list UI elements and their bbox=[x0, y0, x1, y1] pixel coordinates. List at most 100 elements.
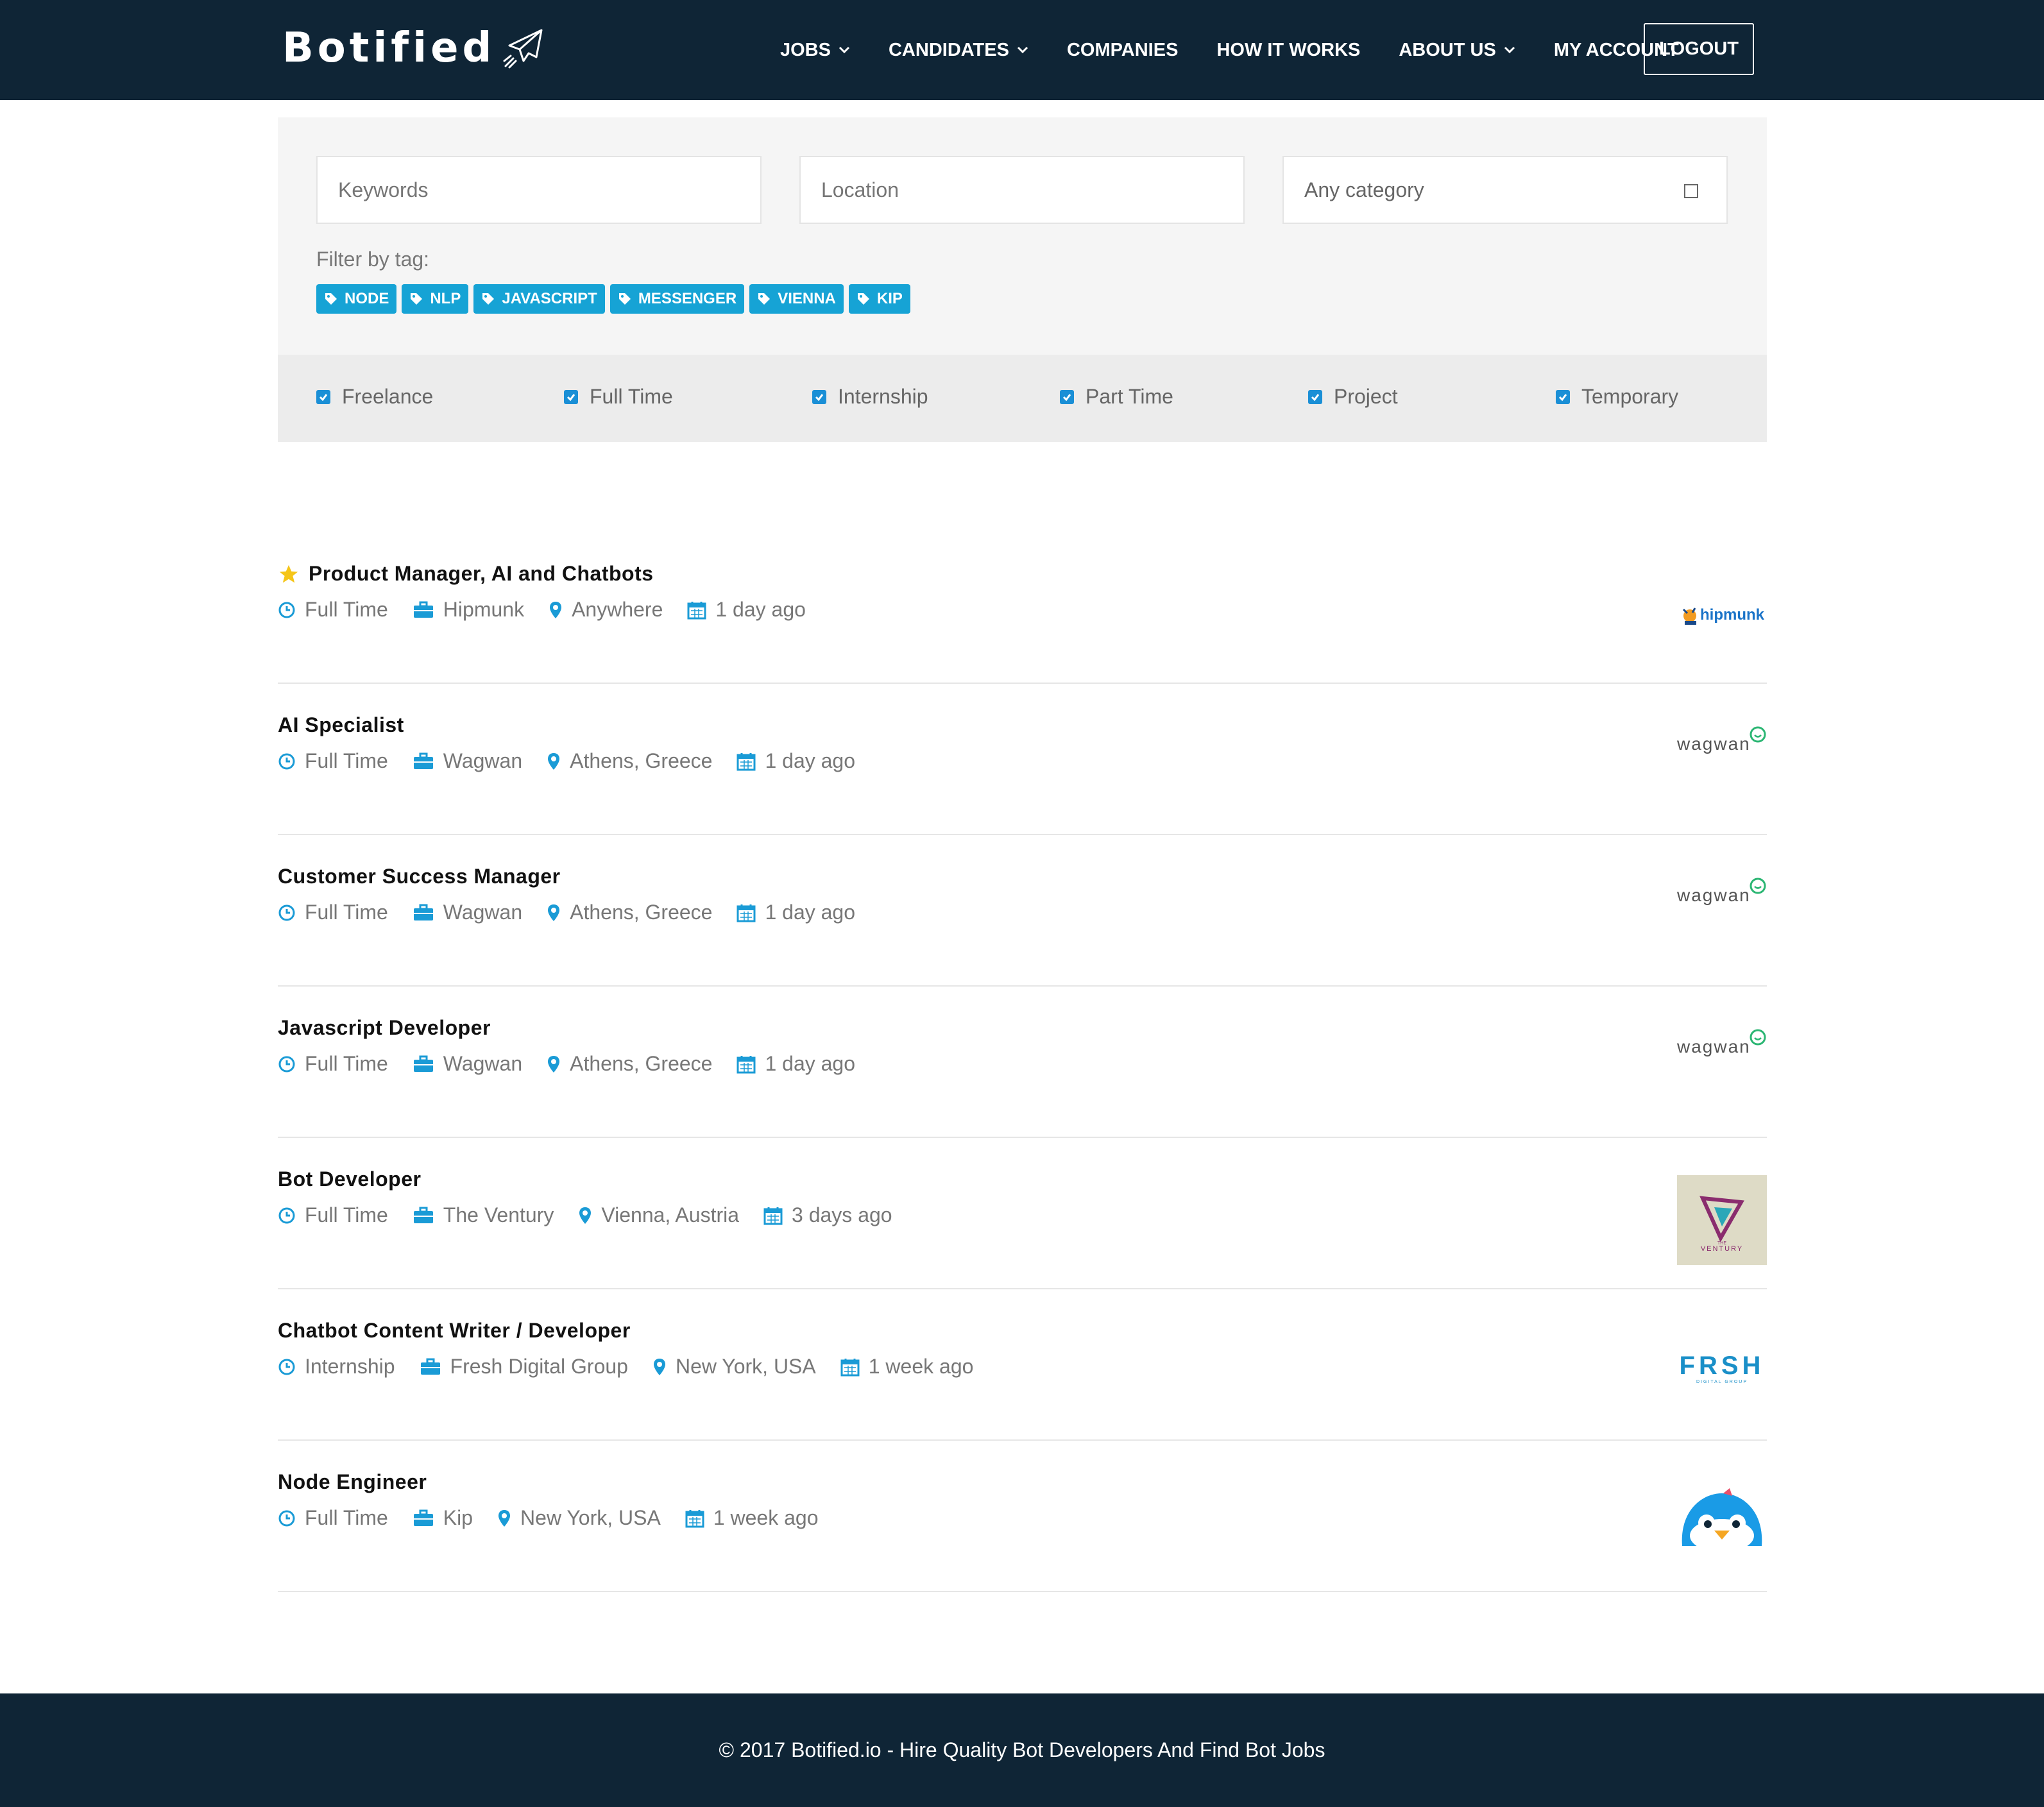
logout-button[interactable]: LOGOUT bbox=[1644, 23, 1754, 75]
checkbox-checked-icon[interactable] bbox=[1060, 389, 1074, 404]
location-text: New York, USA bbox=[520, 1506, 661, 1529]
job-listing[interactable]: Product Manager, AI and Chatbots Full Ti… bbox=[278, 532, 1767, 684]
job-type-filters: Freelance Full Time Internship Part Time… bbox=[278, 355, 1767, 442]
job-meta: Full Time Kip New York, USA 1 week ago bbox=[278, 1506, 842, 1530]
company-name: Fresh Digital Group bbox=[450, 1355, 628, 1378]
posted-date: 1 day ago bbox=[765, 901, 856, 924]
calendar-icon bbox=[763, 1207, 783, 1225]
select-arrow-icon bbox=[1684, 184, 1698, 198]
job-company: Wagwan bbox=[413, 901, 522, 924]
location-text: Athens, Greece bbox=[570, 901, 713, 924]
checkbox-checked-icon[interactable] bbox=[812, 389, 826, 404]
location-input[interactable] bbox=[799, 156, 1245, 224]
tag-label: JAVASCRIPT bbox=[502, 290, 597, 307]
job-title[interactable]: Javascript Developer bbox=[278, 1016, 491, 1040]
job-date: 1 week ago bbox=[840, 1355, 974, 1379]
job-meta: Full Time Wagwan Athens, Greece 1 day ag… bbox=[278, 901, 880, 924]
posted-date: 1 day ago bbox=[765, 749, 856, 772]
job-date: 1 week ago bbox=[685, 1506, 819, 1530]
job-type: Full Time bbox=[278, 749, 388, 773]
company-name: Wagwan bbox=[443, 1052, 523, 1075]
ventury-logo: THE VENTURY bbox=[1677, 1175, 1767, 1265]
job-type-label: Temporary bbox=[1581, 385, 1679, 408]
tag-nlp[interactable]: NLP bbox=[402, 284, 469, 314]
nav-candidates[interactable]: CANDIDATES bbox=[889, 40, 1028, 61]
job-listing[interactable]: Javascript Developer Full Time Wagwan At… bbox=[278, 987, 1767, 1138]
job-title[interactable]: Node Engineer bbox=[278, 1470, 427, 1494]
tag-icon bbox=[618, 293, 631, 305]
briefcase-icon bbox=[413, 1207, 433, 1223]
hipmunk-logo-text: hipmunk bbox=[1700, 606, 1765, 624]
job-title[interactable]: Customer Success Manager bbox=[278, 865, 561, 888]
map-marker-icon bbox=[550, 601, 562, 618]
job-type-part-time[interactable]: Part Time bbox=[1060, 385, 1173, 409]
tag-icon bbox=[758, 293, 771, 305]
wagwan-logo-text: wagwan bbox=[1677, 1037, 1751, 1056]
map-marker-icon bbox=[653, 1358, 665, 1375]
job-title[interactable]: Chatbot Content Writer / Developer bbox=[278, 1319, 631, 1343]
job-type-text: Full Time bbox=[305, 901, 388, 924]
job-type-internship[interactable]: Internship bbox=[812, 385, 928, 409]
tag-kip[interactable]: KIP bbox=[848, 284, 910, 314]
frsh-logo: FRSH DIGITAL GROUP bbox=[1677, 1327, 1767, 1416]
map-marker-icon bbox=[579, 1207, 592, 1224]
job-title-text: Bot Developer bbox=[278, 1167, 422, 1191]
job-meta: Full Time Wagwan Athens, Greece 1 day ag… bbox=[278, 1052, 880, 1076]
location-text: Vienna, Austria bbox=[601, 1203, 740, 1226]
nav-about-us[interactable]: ABOUT US bbox=[1399, 40, 1515, 61]
nav-jobs[interactable]: JOBS bbox=[780, 40, 850, 61]
chevron-down-icon bbox=[1504, 46, 1515, 54]
job-listing[interactable]: Node Engineer Full Time Kip New York, US… bbox=[278, 1441, 1767, 1592]
tag-javascript[interactable]: JAVASCRIPT bbox=[473, 284, 605, 314]
tag-icon bbox=[325, 293, 337, 305]
posted-date: 1 week ago bbox=[713, 1506, 819, 1529]
top-navbar: Botified JOBS CANDIDATES COMPANIES HOW I… bbox=[0, 0, 2044, 100]
tag-label: KIP bbox=[876, 290, 903, 307]
job-title[interactable]: Bot Developer bbox=[278, 1167, 421, 1191]
job-listing[interactable]: Bot Developer Full Time The Ventury Vien… bbox=[278, 1138, 1767, 1289]
job-type-text: Full Time bbox=[305, 1203, 388, 1226]
job-type: Full Time bbox=[278, 1203, 388, 1227]
checkbox-checked-icon[interactable] bbox=[1308, 389, 1322, 404]
company-name: The Ventury bbox=[443, 1203, 554, 1226]
job-title[interactable]: Product Manager, AI and Chatbots bbox=[278, 562, 654, 586]
keywords-input[interactable] bbox=[316, 156, 762, 224]
briefcase-icon bbox=[413, 601, 433, 618]
job-type-project[interactable]: Project bbox=[1308, 385, 1398, 409]
tag-messenger[interactable]: MESSENGER bbox=[609, 284, 745, 314]
job-location: New York, USA bbox=[497, 1506, 661, 1530]
tag-icon bbox=[411, 293, 423, 305]
job-meta: Full Time The Ventury Vienna, Austria 3 … bbox=[278, 1203, 917, 1227]
checkbox-checked-icon[interactable] bbox=[1556, 389, 1570, 404]
tag-label: VIENNA bbox=[778, 290, 836, 307]
tag-vienna[interactable]: VIENNA bbox=[749, 284, 844, 314]
job-date: 1 day ago bbox=[737, 901, 855, 924]
job-type-freelance[interactable]: Freelance bbox=[316, 385, 433, 409]
nav-companies[interactable]: COMPANIES bbox=[1067, 40, 1178, 61]
job-listing[interactable]: AI Specialist Full Time Wagwan Athens, G… bbox=[278, 684, 1767, 835]
job-listing[interactable]: Customer Success Manager Full Time Wagwa… bbox=[278, 835, 1767, 987]
kip-penguin-logo bbox=[1677, 1478, 1767, 1568]
job-title-text: Chatbot Content Writer / Developer bbox=[278, 1319, 631, 1342]
checkbox-checked-icon[interactable] bbox=[564, 389, 578, 404]
job-type-full-time[interactable]: Full Time bbox=[564, 385, 673, 409]
company-name: Kip bbox=[443, 1506, 473, 1529]
company-name: Wagwan bbox=[443, 749, 523, 772]
job-date: 3 days ago bbox=[763, 1203, 892, 1227]
paper-plane-icon bbox=[503, 29, 543, 69]
checkbox-checked-icon[interactable] bbox=[316, 389, 330, 404]
category-select[interactable]: Any category bbox=[1282, 156, 1728, 224]
tag-node[interactable]: NODE bbox=[316, 284, 397, 314]
nav-candidates-label: CANDIDATES bbox=[888, 39, 1009, 60]
job-type-text: Full Time bbox=[305, 1052, 388, 1075]
job-title[interactable]: AI Specialist bbox=[278, 713, 404, 737]
job-title-text: Node Engineer bbox=[278, 1470, 427, 1493]
job-type-temporary[interactable]: Temporary bbox=[1556, 385, 1678, 409]
nav-how-it-works[interactable]: HOW IT WORKS bbox=[1216, 40, 1360, 61]
posted-date: 3 days ago bbox=[792, 1203, 892, 1226]
location-text: Athens, Greece bbox=[570, 749, 713, 772]
posted-date: 1 week ago bbox=[868, 1355, 974, 1378]
brand-logo[interactable]: Botified bbox=[282, 24, 544, 72]
featured-star-icon bbox=[279, 564, 298, 582]
job-listing[interactable]: Chatbot Content Writer / Developer Inter… bbox=[278, 1289, 1767, 1441]
